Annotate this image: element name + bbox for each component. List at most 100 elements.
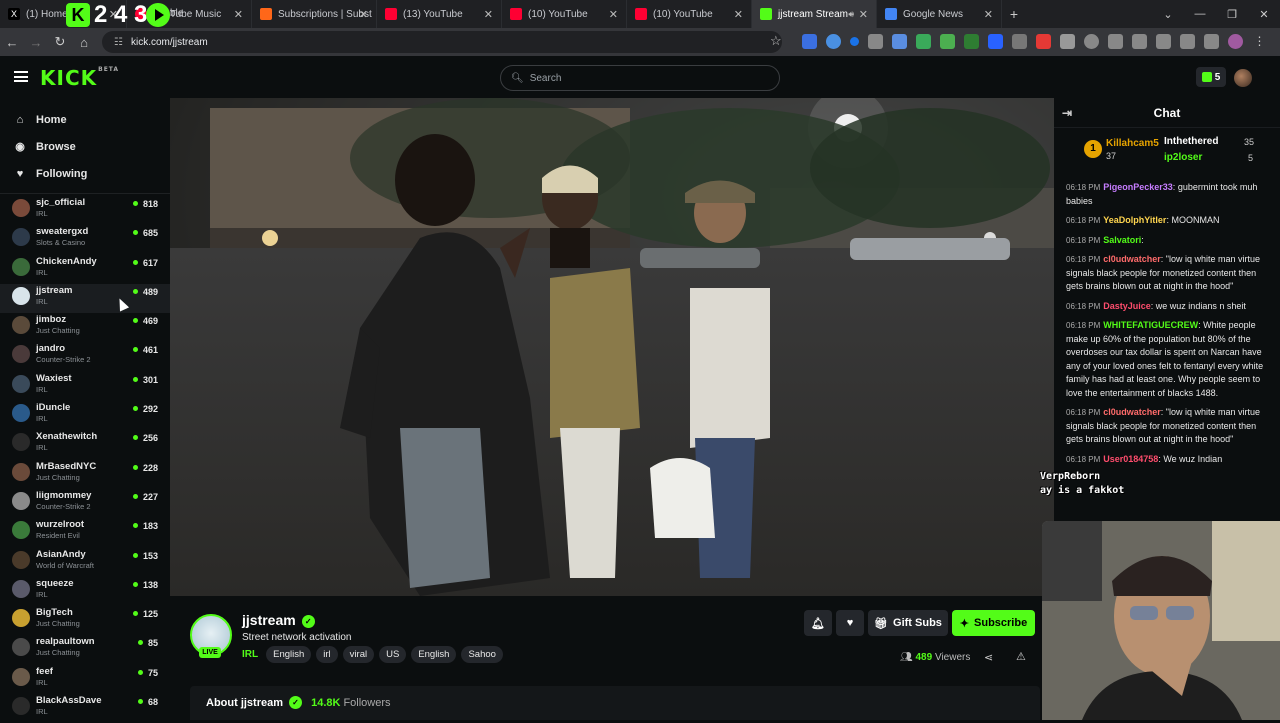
chat-username[interactable]: PigeonPecker33 (1103, 182, 1173, 192)
sidebar-channel[interactable]: jandro Counter-Strike 2 461 (0, 342, 170, 371)
gifter-name[interactable]: Inthethered (1164, 136, 1218, 147)
video-player[interactable] (170, 98, 1054, 596)
kick-logo[interactable]: KICKBETA (40, 66, 119, 90)
minimize-icon[interactable]: — (1184, 8, 1216, 20)
sidebar-channel[interactable]: Waxiest IRL 301 (0, 372, 170, 401)
sidebar-nav-home[interactable]: ⌂ Home (0, 106, 170, 133)
extension-icon[interactable] (850, 37, 859, 46)
extension-icon[interactable] (1108, 34, 1123, 49)
sidebar-channel[interactable]: MrBasedNYC Just Chatting 228 (0, 460, 170, 489)
extension-icon[interactable] (892, 34, 907, 49)
extension-icon[interactable] (940, 34, 955, 49)
site-info-icon[interactable]: ☷ (114, 37, 123, 48)
sidebar-channel[interactable]: sjc_official IRL 818 (0, 196, 170, 225)
sidebar-channel[interactable]: realpaultown Just Chatting 85 (0, 635, 170, 664)
tab-close-icon[interactable]: ✕ (734, 8, 743, 21)
browser-tab[interactable]: (10) YouTube ✕ (627, 0, 752, 28)
browser-tab-active[interactable]: jjstream Stream - 🔊︎ ✕ (752, 0, 877, 28)
chevron-down-icon[interactable]: ⌄ (1152, 8, 1184, 21)
gifter-name[interactable]: ip2loser (1164, 152, 1202, 163)
kicks-badge[interactable]: 5 (1196, 67, 1226, 87)
sidebar-nav-following[interactable]: ♥ Following (0, 160, 170, 187)
chat-username[interactable]: Salvatori (1103, 235, 1141, 245)
extension-icon[interactable] (964, 34, 979, 49)
restore-icon[interactable]: ❐ (1216, 8, 1248, 21)
notification-bell-button[interactable]: 🔔︎ (804, 610, 832, 636)
sidebar-channel[interactable]: wurzelroot Resident Evil 183 (0, 518, 170, 547)
tag[interactable]: Sahoo (461, 646, 503, 663)
url-field[interactable]: ☷ kick.com/jjstream (102, 31, 782, 53)
follow-heart-button[interactable]: ♥ (836, 610, 864, 636)
tag[interactable]: irl (316, 646, 338, 663)
user-avatar[interactable] (1234, 69, 1252, 87)
sidebar-channel[interactable]: liigmommey Counter-Strike 2 227 (0, 489, 170, 518)
sidebar-channel[interactable]: sweatergxd Slots & Casino 685 (0, 225, 170, 254)
tag[interactable]: English (266, 646, 312, 663)
sidebar-icon[interactable] (1156, 34, 1171, 49)
puzzle-icon[interactable] (1060, 34, 1075, 49)
browser-tab[interactable]: (10) YouTube ✕ (502, 0, 627, 28)
sidebar-channel[interactable]: feef IRL 75 (0, 665, 170, 694)
tag[interactable]: US (379, 646, 407, 663)
sidebar-channel[interactable]: iDuncle IRL 292 (0, 401, 170, 430)
chat-username[interactable]: DastyJuice (1103, 301, 1151, 311)
sidebar-channel[interactable]: ChickenAndy IRL 617 (0, 255, 170, 284)
chat-username[interactable]: cl0udwatcher (1103, 254, 1161, 264)
gift-subs-button[interactable]: 🎁︎ Gift Subs (868, 610, 948, 636)
menu-dots-icon[interactable]: ⋮ (1252, 34, 1267, 49)
browser-tab[interactable]: Google News ✕ (877, 0, 1002, 28)
chat-username[interactable]: cl0udwatcher (1103, 407, 1161, 417)
history-icon[interactable] (1084, 34, 1099, 49)
sidebar-channel[interactable]: Xenathewitch IRL 256 (0, 430, 170, 459)
sidebar-nav-browse[interactable]: ◉ Browse (0, 133, 170, 160)
tab-close-icon[interactable]: ✕ (984, 8, 993, 21)
speaker-icon[interactable]: 🔊︎ (848, 9, 854, 20)
reload-icon[interactable]: ↻ (48, 34, 72, 50)
bookmark-star-icon[interactable]: ☆ (770, 33, 782, 49)
media-icon[interactable] (1204, 34, 1219, 49)
extension-icon[interactable] (988, 34, 1003, 49)
tag[interactable]: viral (342, 646, 375, 663)
tag[interactable]: English (411, 646, 457, 663)
tab-close-icon[interactable]: ✕ (359, 8, 368, 21)
forward-icon[interactable]: → (24, 35, 48, 50)
extension-icon[interactable] (868, 34, 883, 49)
extension-icon[interactable] (826, 34, 841, 49)
collapse-chat-icon[interactable]: ⇥ (1062, 98, 1072, 128)
extension-icon[interactable] (1180, 34, 1195, 49)
browser-tab[interactable]: (13) YouTube ✕ (377, 0, 502, 28)
tab-close-icon[interactable]: ✕ (484, 8, 493, 21)
youtube-icon (510, 8, 522, 20)
sidebar-channel[interactable]: AsianAndy World of Warcraft 153 (0, 548, 170, 577)
sidebar-channel[interactable]: squeeze IRL 138 (0, 577, 170, 606)
tab-close-icon[interactable]: ✕ (234, 8, 243, 21)
sidebar-channel[interactable]: jimboz Just Chatting 469 (0, 313, 170, 342)
sidebar-channel[interactable]: jjstream IRL 489 (0, 283, 170, 314)
new-tab-button[interactable]: + (1002, 6, 1026, 22)
hamburger-menu-icon[interactable] (14, 71, 28, 82)
home-icon[interactable]: ⌂ (72, 35, 96, 50)
extension-icon[interactable] (802, 34, 817, 49)
chat-username[interactable]: WHITEFATIGUECREW (1103, 320, 1198, 330)
close-icon[interactable]: ✕ (1248, 8, 1280, 21)
subscribe-button[interactable]: ✦ Subscribe (952, 610, 1035, 636)
channel-name[interactable]: jjstream ✓ (242, 612, 315, 628)
tab-close-icon[interactable]: ✕ (609, 8, 618, 21)
profile-icon[interactable] (1228, 34, 1243, 49)
gifter-name[interactable]: Killahcam5 (1106, 138, 1159, 149)
sidebar-channel[interactable]: BigTech Just Chatting 125 (0, 606, 170, 635)
chat-username[interactable]: YeaDolphYitler (1103, 215, 1166, 225)
sidebar-channel[interactable]: BlackAssDave IRL 68 (0, 694, 170, 723)
extension-icon[interactable] (1036, 34, 1051, 49)
back-icon[interactable]: ← (0, 35, 24, 50)
report-icon[interactable]: ⚠ (1016, 650, 1026, 663)
tab-close-icon[interactable]: ✕ (859, 8, 868, 21)
chat-username[interactable]: User0184758 (1103, 454, 1158, 464)
category-link[interactable]: IRL (242, 649, 258, 660)
code-icon[interactable] (1132, 34, 1147, 49)
extension-icon[interactable] (916, 34, 931, 49)
share-icon[interactable]: ⋖ (984, 651, 993, 664)
browser-tab[interactable]: Subscriptions | Subst ✕ (252, 0, 377, 28)
search-input[interactable]: 🔍︎ Search (500, 65, 780, 91)
extension-icon[interactable] (1012, 34, 1027, 49)
